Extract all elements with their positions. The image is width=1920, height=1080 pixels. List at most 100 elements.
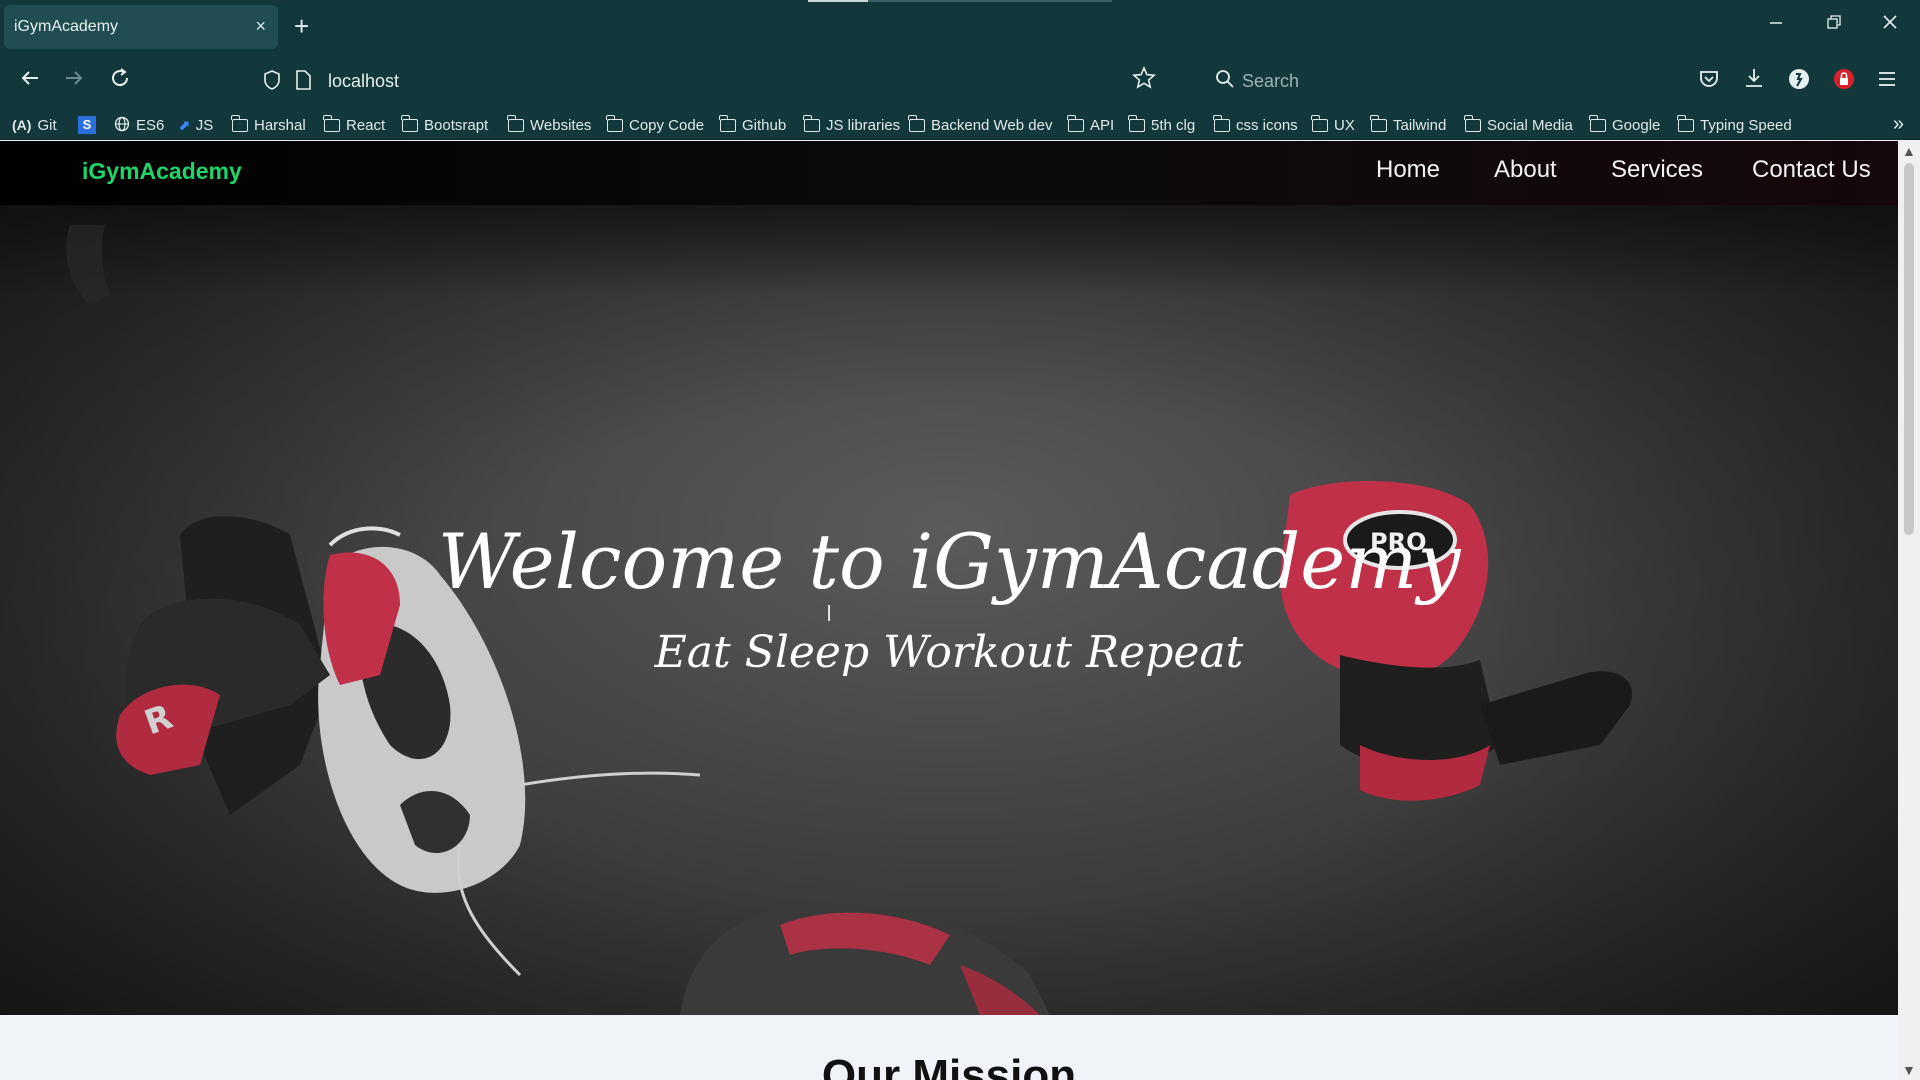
bookmark-label: Social Media: [1487, 116, 1573, 134]
bookmark-label: Typing Speed: [1700, 116, 1792, 134]
bookmark-label: 5th clg: [1151, 116, 1196, 134]
bookmark-git[interactable]: (A) Git: [12, 115, 57, 135]
nav-link-home[interactable]: Home: [1376, 156, 1440, 184]
hero-banner: R PRO Welcome to iGymAcademy Eat Sleep W…: [0, 205, 1898, 1015]
restore-icon[interactable]: [1826, 14, 1842, 35]
hero-background-image: R PRO: [66, 225, 1632, 1015]
bookmark-folder[interactable]: UX: [1311, 114, 1355, 135]
scrollbar-thumb[interactable]: [1904, 163, 1914, 535]
bookmark-folder[interactable]: Bootsrapt: [401, 114, 489, 135]
bookmark-folder[interactable]: JS libraries: [803, 114, 901, 135]
menu-icon[interactable]: [1876, 68, 1898, 96]
page-viewport: iGymAcademy Home About Services Contact …: [0, 141, 1898, 1080]
bookmark-label: UX: [1334, 116, 1355, 134]
bookmark-label: JS libraries: [826, 116, 901, 134]
back-icon[interactable]: [18, 66, 42, 97]
tab-igymacademy[interactable]: iGymAcademy ×: [4, 5, 278, 49]
folder-icon: [1067, 114, 1084, 132]
nav-link-about[interactable]: About: [1494, 156, 1557, 184]
nav-link-contact-us[interactable]: Contact Us: [1752, 156, 1871, 184]
tab-title: iGymAcademy: [14, 18, 119, 35]
strap-shape: [66, 225, 110, 305]
page-icon[interactable]: [294, 69, 312, 96]
folder-icon: [1213, 114, 1230, 132]
bookmark-label: Harshal: [254, 116, 306, 134]
js-icon: ⬈: [178, 116, 190, 133]
hero-subtitle: Eat Sleep Workout Repeat: [654, 627, 1244, 678]
globe-icon: [114, 116, 130, 135]
bookmark-folder[interactable]: Github: [719, 114, 787, 135]
forward-icon[interactable]: [62, 66, 86, 97]
bookmark-label: Google: [1612, 116, 1661, 134]
close-tab-icon[interactable]: ×: [255, 16, 266, 37]
new-tab-button[interactable]: +: [294, 12, 309, 40]
bookmark-folder[interactable]: Backend Web dev: [908, 114, 1053, 135]
s-square-icon: S: [78, 116, 96, 134]
text-cursor: [828, 605, 830, 621]
bookmark-folder[interactable]: Google: [1589, 114, 1661, 135]
bookmark-label: React: [346, 116, 386, 134]
bookmark-label: ES6: [136, 116, 165, 134]
hero-title: Welcome to iGymAcademy: [437, 517, 1461, 606]
bookmark-folder[interactable]: Websites: [507, 114, 592, 135]
nav-link-services[interactable]: Services: [1611, 156, 1703, 184]
mission-section: Our Mission: [0, 1015, 1898, 1080]
bookmark-label: Tailwind: [1393, 116, 1447, 134]
site-navbar: iGymAcademy Home About Services Contact …: [0, 141, 1898, 205]
pocket-icon[interactable]: [1698, 68, 1720, 97]
folder-icon: [1311, 114, 1328, 132]
folder-icon: [323, 114, 340, 132]
scroll-up-icon[interactable]: ▲: [1902, 143, 1916, 159]
search-icon: [1214, 68, 1236, 95]
bookmark-folder[interactable]: Copy Code: [606, 114, 705, 135]
bookmark-label: Github: [742, 116, 787, 134]
bookmark-label: Backend Web dev: [931, 116, 1053, 134]
folder-icon: [1589, 114, 1606, 132]
bookmark-label: Bootsrapt: [424, 116, 489, 134]
folder-icon: [401, 114, 418, 132]
bookmark-s[interactable]: S: [78, 115, 96, 135]
bookmark-es6[interactable]: ES6: [114, 115, 164, 135]
navigation-toolbar: localhost Search: [0, 54, 1920, 108]
url-text[interactable]: localhost: [328, 71, 399, 92]
bookmark-label: Websites: [530, 116, 592, 134]
bookmark-label: API: [1090, 116, 1115, 134]
folder-icon: [1677, 114, 1694, 132]
bookmark-folder[interactable]: React: [323, 114, 386, 135]
minimize-icon[interactable]: [1768, 14, 1784, 35]
bookmark-folder[interactable]: API: [1067, 114, 1115, 135]
folder-icon: [803, 114, 820, 132]
bookmark-folder[interactable]: Tailwind: [1370, 114, 1447, 135]
bookmark-folder[interactable]: Social Media: [1464, 114, 1573, 135]
bookmarks-overflow-icon[interactable]: »: [1893, 113, 1904, 136]
folder-icon: [507, 114, 524, 132]
account-icon[interactable]: [1787, 67, 1811, 98]
scroll-down-icon[interactable]: ▼: [1902, 1062, 1916, 1078]
bookmark-folder[interactable]: Harshal: [231, 114, 306, 135]
loading-indicator: [808, 0, 868, 2]
bookmark-folder[interactable]: 5th clg: [1128, 114, 1196, 135]
bookmark-folder[interactable]: css icons: [1213, 114, 1298, 135]
bookmark-label: JS: [195, 116, 214, 134]
shield-icon[interactable]: [262, 69, 282, 96]
bookmark-folder[interactable]: Typing Speed: [1677, 114, 1792, 135]
page-scrollbar[interactable]: ▲ ▼: [1898, 141, 1920, 1080]
bookmarks-bar: (A) Git S ES6 ⬈ JS Harshal React Bootsra…: [0, 108, 1920, 140]
search-placeholder: Search: [1242, 71, 1300, 91]
folder-icon: [1128, 114, 1145, 132]
search-field[interactable]: Search: [1202, 62, 1578, 100]
extension-lock-icon[interactable]: [1832, 67, 1856, 98]
folder-icon: [606, 114, 623, 132]
mission-title: Our Mission: [821, 1051, 1077, 1080]
folder-icon: [908, 114, 925, 132]
close-window-icon[interactable]: [1882, 14, 1898, 35]
reload-icon[interactable]: [108, 66, 132, 97]
bookmark-js[interactable]: ⬈ JS: [178, 115, 213, 135]
download-icon[interactable]: [1743, 66, 1765, 97]
tab-bar: iGymAcademy × +: [0, 0, 1920, 54]
address-bar[interactable]: localhost: [250, 62, 1170, 100]
bookmark-label: Copy Code: [629, 116, 705, 134]
bookmark-star-icon[interactable]: [1132, 66, 1156, 97]
bottom-glove-shape: [680, 905, 1050, 1015]
site-brand-logo[interactable]: iGymAcademy: [82, 158, 242, 185]
